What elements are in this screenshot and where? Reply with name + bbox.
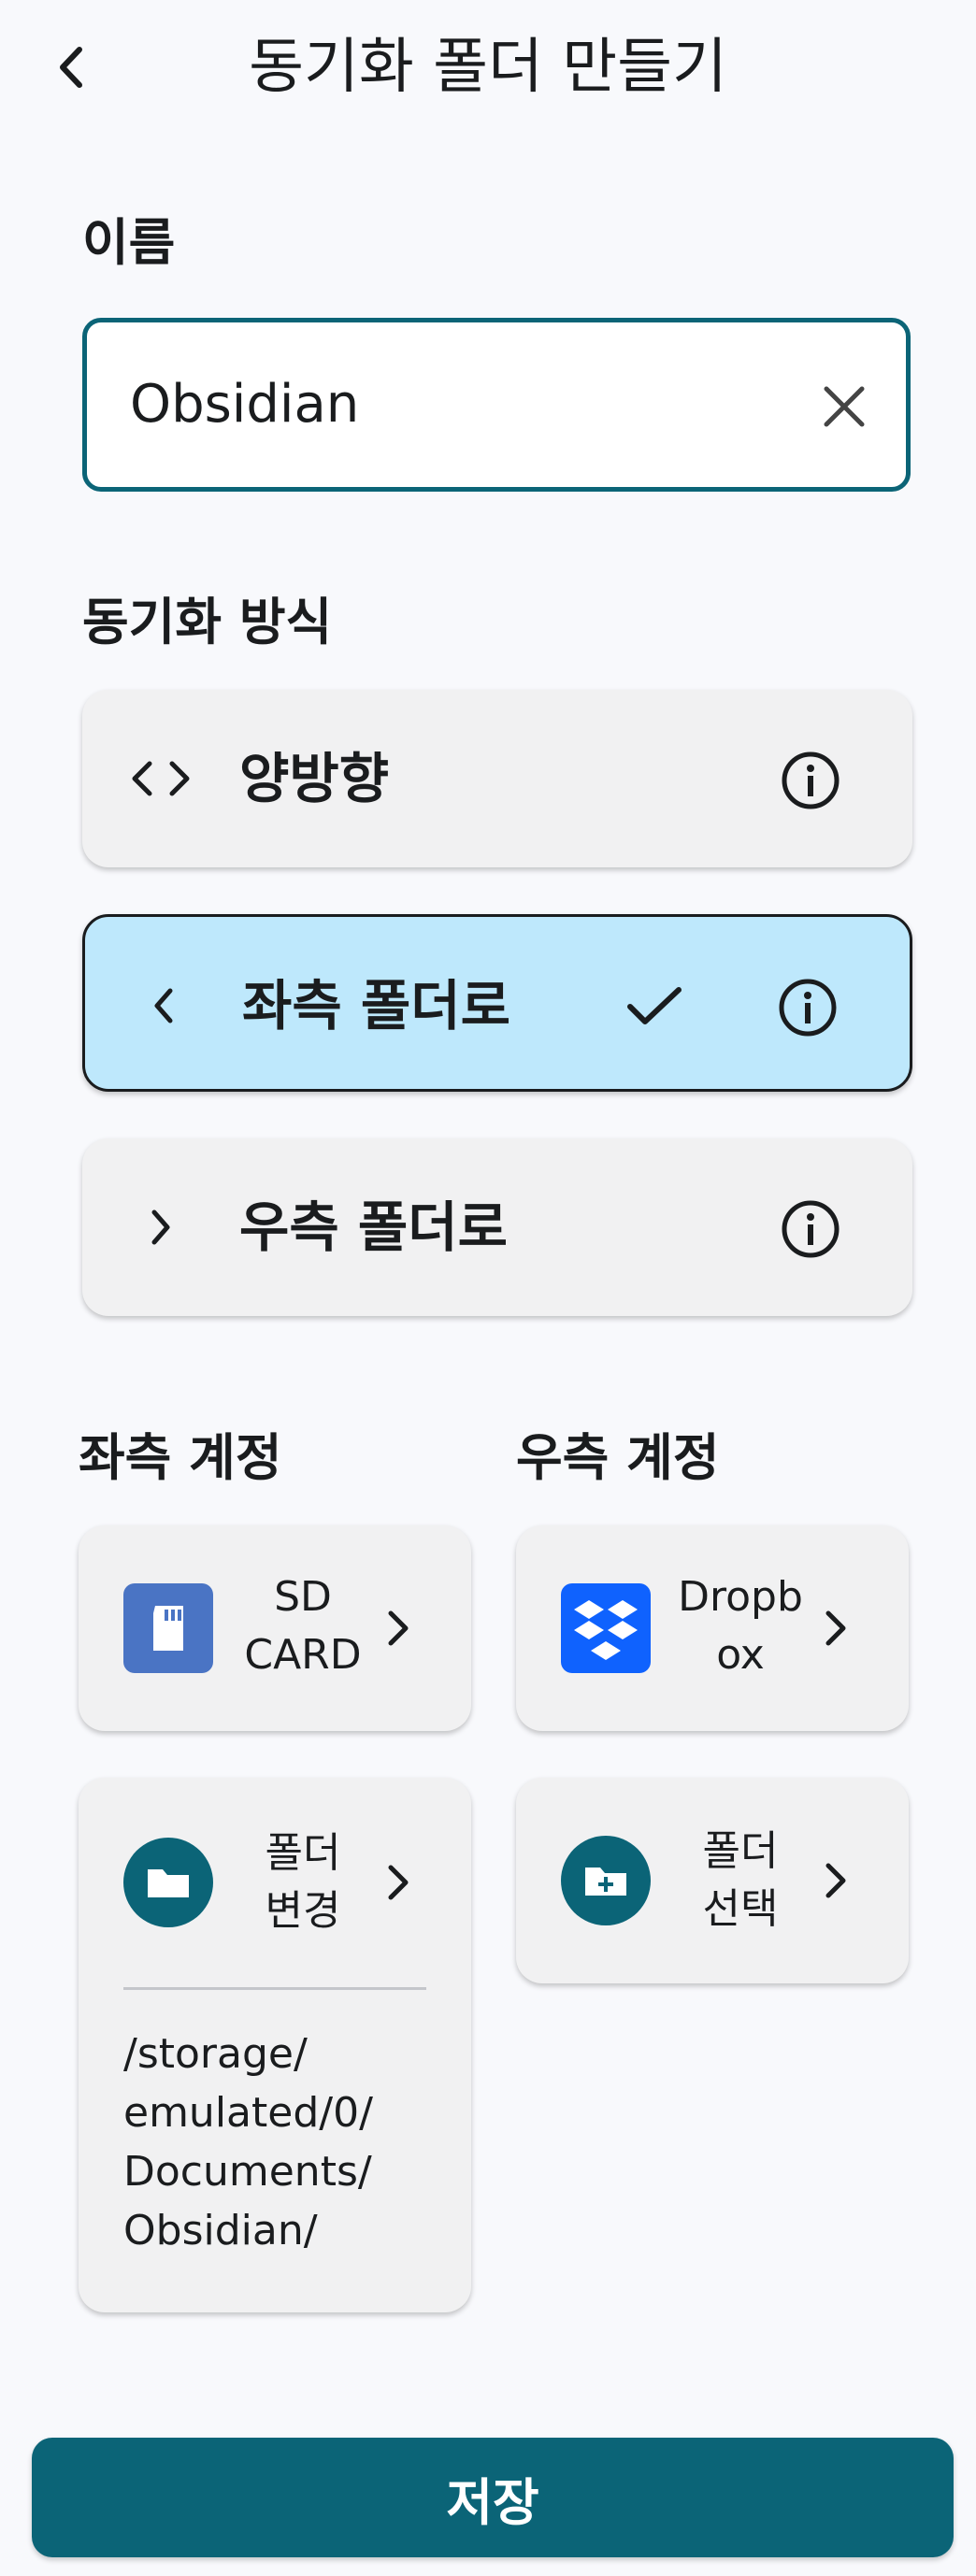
select-folder-label: 폴더 선택: [702, 1827, 779, 1933]
name-input-value[interactable]: Obsidian: [130, 375, 359, 435]
info-icon: [779, 979, 837, 1037]
dropbox-label: Dropb ox: [678, 1573, 803, 1679]
right-account-label: 우측 계정: [516, 1428, 720, 1487]
sync-option-bidirectional[interactable]: 양방향: [82, 690, 912, 867]
sd-card-label: SD CARD: [244, 1573, 362, 1679]
code-brackets-icon: [123, 749, 198, 809]
save-button[interactable]: 저장: [32, 2438, 954, 2557]
dropbox-icon: [561, 1583, 651, 1673]
chevron-right-icon: [380, 1854, 417, 1911]
divider: [123, 1987, 426, 1990]
sync-method-label: 동기화 방식: [82, 593, 333, 651]
clear-button[interactable]: [814, 377, 874, 436]
right-folder-card[interactable]: 폴더 선택: [516, 1778, 909, 1983]
folder-path: /storage/ emulated/0/ Documents/ Obsidia…: [123, 2030, 373, 2254]
chevron-left-icon: [126, 976, 201, 1036]
sync-option-label: 좌측 폴더로: [242, 974, 510, 1038]
sync-option-to-left[interactable]: 좌측 폴더로: [82, 914, 912, 1092]
name-label: 이름: [82, 213, 176, 272]
sync-option-label: 양방향: [239, 747, 390, 810]
info-button[interactable]: [780, 750, 841, 811]
sd-card-icon: [123, 1583, 213, 1673]
folder-icon: [123, 1838, 213, 1927]
chevron-right-icon: [817, 1600, 854, 1656]
name-field[interactable]: Obsidian: [82, 318, 911, 492]
info-icon: [782, 1200, 840, 1258]
left-account-label: 좌측 계정: [79, 1428, 282, 1487]
chevron-right-icon: [380, 1600, 417, 1656]
chevron-right-icon: [123, 1197, 198, 1257]
change-folder-label: 폴더 변경: [265, 1829, 341, 1935]
close-icon: [824, 386, 865, 427]
check-icon: [622, 973, 687, 1038]
create-new-folder-icon: [561, 1836, 651, 1925]
sync-option-label: 우측 폴더로: [239, 1195, 508, 1259]
right-account-card[interactable]: Dropb ox: [516, 1525, 909, 1731]
sync-option-to-right[interactable]: 우측 폴더로: [82, 1138, 912, 1316]
info-icon: [782, 751, 840, 809]
page-title: 동기화 폴더 만들기: [249, 33, 727, 102]
chevron-right-icon: [817, 1853, 854, 1909]
left-folder-card[interactable]: 폴더 변경 /storage/ emulated/0/ Documents/ O…: [79, 1778, 471, 2312]
info-button[interactable]: [777, 977, 839, 1038]
info-button[interactable]: [780, 1198, 841, 1260]
left-account-card[interactable]: SD CARD: [79, 1525, 471, 1731]
